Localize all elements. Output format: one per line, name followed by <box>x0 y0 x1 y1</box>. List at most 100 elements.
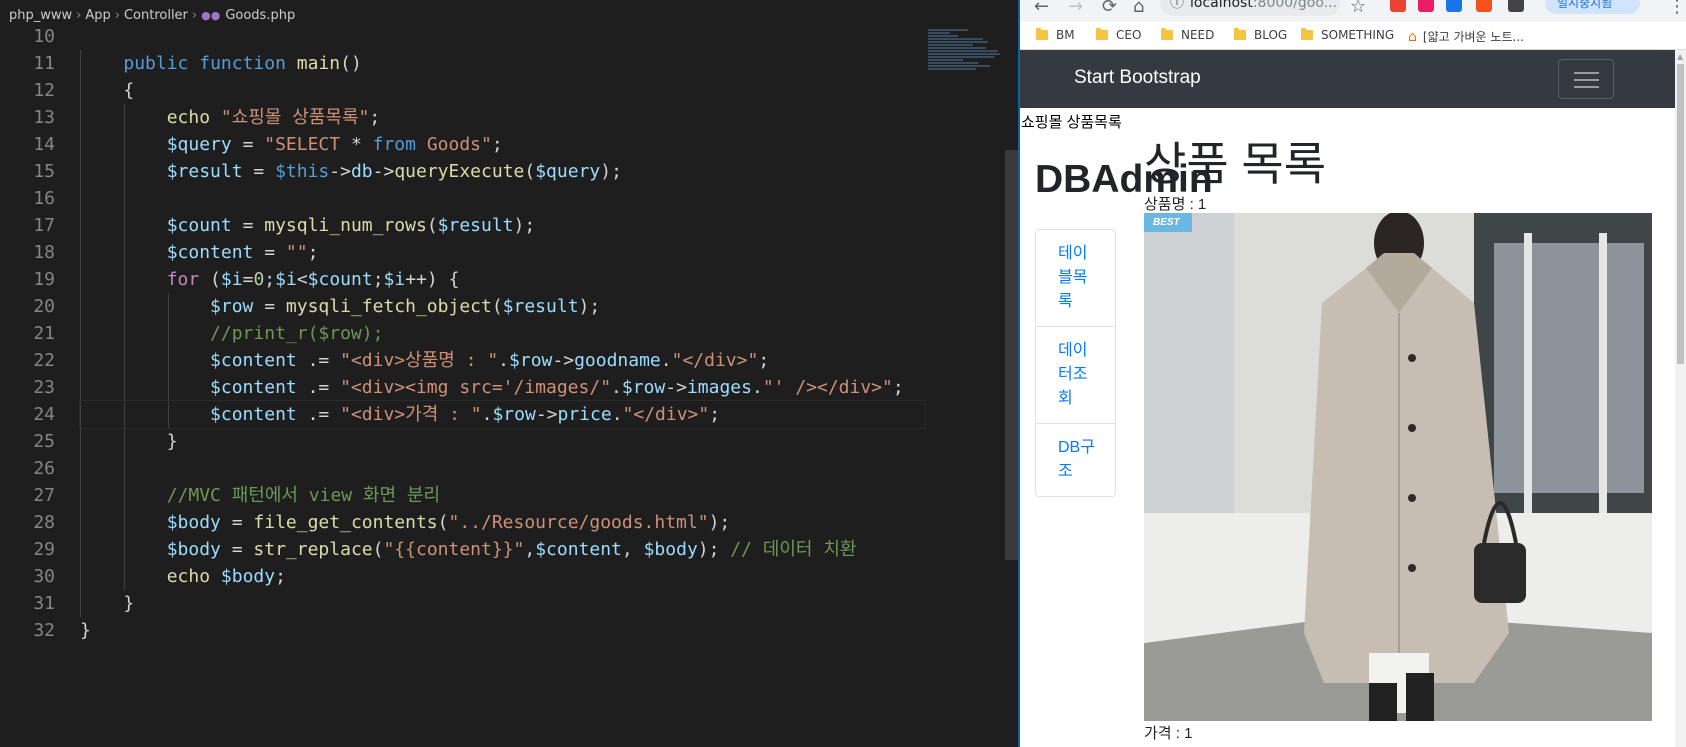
code-line[interactable]: $body = str_replace("{{content}}",$conte… <box>80 536 925 563</box>
code-line[interactable]: $body = file_get_contents("../Resource/g… <box>80 509 925 536</box>
code-token: .= <box>296 350 341 371</box>
code-token: ; <box>264 269 276 290</box>
scroll-up-icon[interactable]: ▲ <box>1677 52 1683 61</box>
code-line[interactable]: $result = $this->db->queryExecute($query… <box>80 158 925 185</box>
code-line[interactable] <box>80 185 925 212</box>
code-line[interactable]: { <box>80 77 925 104</box>
bookmark-need[interactable]: NEED <box>1161 28 1214 42</box>
bookmark-note[interactable]: ⌂ [얇고 가벼운 노트... <box>1408 28 1524 45</box>
code-line[interactable]: echo $body; <box>80 563 925 590</box>
code-token: . <box>498 350 510 371</box>
bookmark-something[interactable]: SOMETHING <box>1301 28 1394 42</box>
code-token: , <box>524 539 536 560</box>
code-line[interactable]: } <box>80 617 925 644</box>
sidebar-item-data-query[interactable]: 데이터조회 <box>1036 327 1115 424</box>
line-number: 22 <box>33 350 55 371</box>
code-token: $body <box>220 566 276 587</box>
arrow-left-icon[interactable]: ← <box>1034 0 1049 17</box>
code-line[interactable]: $query = "SELECT * from Goods"; <box>80 131 925 158</box>
code-token: ; <box>892 377 904 398</box>
code-line[interactable]: //MVC 패턴에서 view 화면 분리 <box>80 482 925 509</box>
navbar-brand[interactable]: Start Bootstrap <box>1074 67 1201 89</box>
code-line[interactable]: $content .= "<div>상품명 : ".$row->goodname… <box>80 347 925 374</box>
code-area[interactable]: public function main() { echo "쇼핑몰 상품목록"… <box>79 23 926 644</box>
code-token: 0 <box>253 269 265 290</box>
extension-icon[interactable] <box>1418 0 1434 12</box>
line-number: 30 <box>33 566 55 587</box>
code-line[interactable]: } <box>80 428 925 455</box>
extension-icon[interactable] <box>1476 0 1492 12</box>
scroll-thumb[interactable] <box>1677 64 1684 364</box>
code-token: $count <box>166 215 232 236</box>
code-token: $query <box>535 161 601 182</box>
minimap[interactable] <box>928 28 1008 108</box>
breadcrumb-item-file[interactable]: Goods.php <box>225 8 295 23</box>
breadcrumb-item-app[interactable]: App <box>85 8 110 23</box>
sidebar-item-table-list[interactable]: 테이블목록 <box>1036 230 1115 327</box>
folder-icon <box>1301 28 1313 40</box>
code-line[interactable]: $content .= "<div><img src='/images/".$r… <box>80 374 925 401</box>
product-image: BEST <box>1144 213 1652 721</box>
code-token: . <box>611 377 622 398</box>
code-token: ( <box>372 539 384 560</box>
info-icon[interactable]: ⓘ <box>1170 0 1184 16</box>
sidebar-menu: 테이블목록 데이터조회 DB구조 <box>1035 229 1116 497</box>
bookmark-bm[interactable]: BM <box>1036 28 1075 42</box>
reload-icon[interactable]: ⟳ <box>1102 0 1117 17</box>
code-line[interactable]: echo "쇼핑몰 상품목록"; <box>80 104 925 131</box>
line-number: 12 <box>33 80 55 101</box>
code-line[interactable]: for ($i=0;$i<$count;$i++) { <box>80 266 925 293</box>
profile-sync-button[interactable]: 일시중지됨 <box>1545 0 1640 14</box>
code-comment: //print_r($row); <box>210 323 384 344</box>
extension-icon[interactable] <box>1446 0 1462 12</box>
home-icon[interactable]: ⌂ <box>1133 0 1144 17</box>
bookmark-blog[interactable]: BLOG <box>1234 28 1287 42</box>
code-token: ); <box>578 296 601 317</box>
sidebar-item-db-structure[interactable]: DB구조 <box>1036 424 1115 496</box>
line-number: 19 <box>33 269 55 290</box>
code-line[interactable]: public function main() <box>80 50 925 77</box>
folder-icon <box>1096 28 1108 40</box>
folder-icon <box>1161 28 1173 40</box>
code-token: . <box>611 404 623 425</box>
line-number: 15 <box>33 161 55 182</box>
breadcrumb-item-controller[interactable]: Controller <box>124 8 188 23</box>
goods-price: 가격 : 1 <box>1144 725 1193 742</box>
code-token: $row <box>509 350 553 371</box>
code-token: ); <box>708 512 731 533</box>
code-line[interactable]: $content = ""; <box>80 239 925 266</box>
code-editor[interactable]: php_www › App › Controller › ●● Goods.ph… <box>0 0 1018 747</box>
extension-icon[interactable] <box>1390 0 1406 12</box>
code-token: echo <box>166 107 211 128</box>
line-number: 27 <box>33 485 55 506</box>
code-token: -> <box>535 404 558 425</box>
page-scrollbar[interactable]: ▲ <box>1675 50 1686 747</box>
code-line[interactable]: } <box>80 590 925 617</box>
line-number: 21 <box>33 323 55 344</box>
bookmark-ceo[interactable]: CEO <box>1096 28 1141 42</box>
arrow-right-icon[interactable]: → <box>1068 0 1083 17</box>
code-token: "쇼핑몰 상품목록" <box>220 107 370 128</box>
code-token: ); <box>697 539 731 560</box>
code-line[interactable]: $count = mysqli_num_rows($result); <box>80 212 925 239</box>
extension-icon[interactable] <box>1508 0 1524 12</box>
code-token: = <box>231 215 265 236</box>
code-line[interactable] <box>80 455 925 482</box>
code-token: = <box>242 269 254 290</box>
address-bar[interactable]: ⓘ localhost:8000/goo... <box>1160 0 1340 16</box>
menu-dots-icon[interactable]: ⋮ <box>1668 0 1686 17</box>
code-line[interactable]: //print_r($row); <box>80 320 925 347</box>
code-token: main <box>296 53 341 74</box>
editor-vertical-scrollbar[interactable] <box>1005 150 1018 560</box>
breadcrumb-item-php-www[interactable]: php_www <box>9 8 72 23</box>
code-token: ); <box>513 215 536 236</box>
star-icon[interactable]: ☆ <box>1350 0 1366 17</box>
code-token: ( <box>426 215 438 236</box>
code-token: file_get_contents <box>253 512 438 533</box>
code-token: ; <box>369 107 381 128</box>
code-line-current[interactable]: $content .= "<div>가격 : ".$row->price."</… <box>79 400 926 429</box>
code-line[interactable]: $row = mysqli_fetch_object($result); <box>80 293 925 320</box>
hamburger-icon[interactable] <box>1558 59 1614 99</box>
code-line[interactable] <box>80 23 925 50</box>
code-token: $body <box>166 512 221 533</box>
